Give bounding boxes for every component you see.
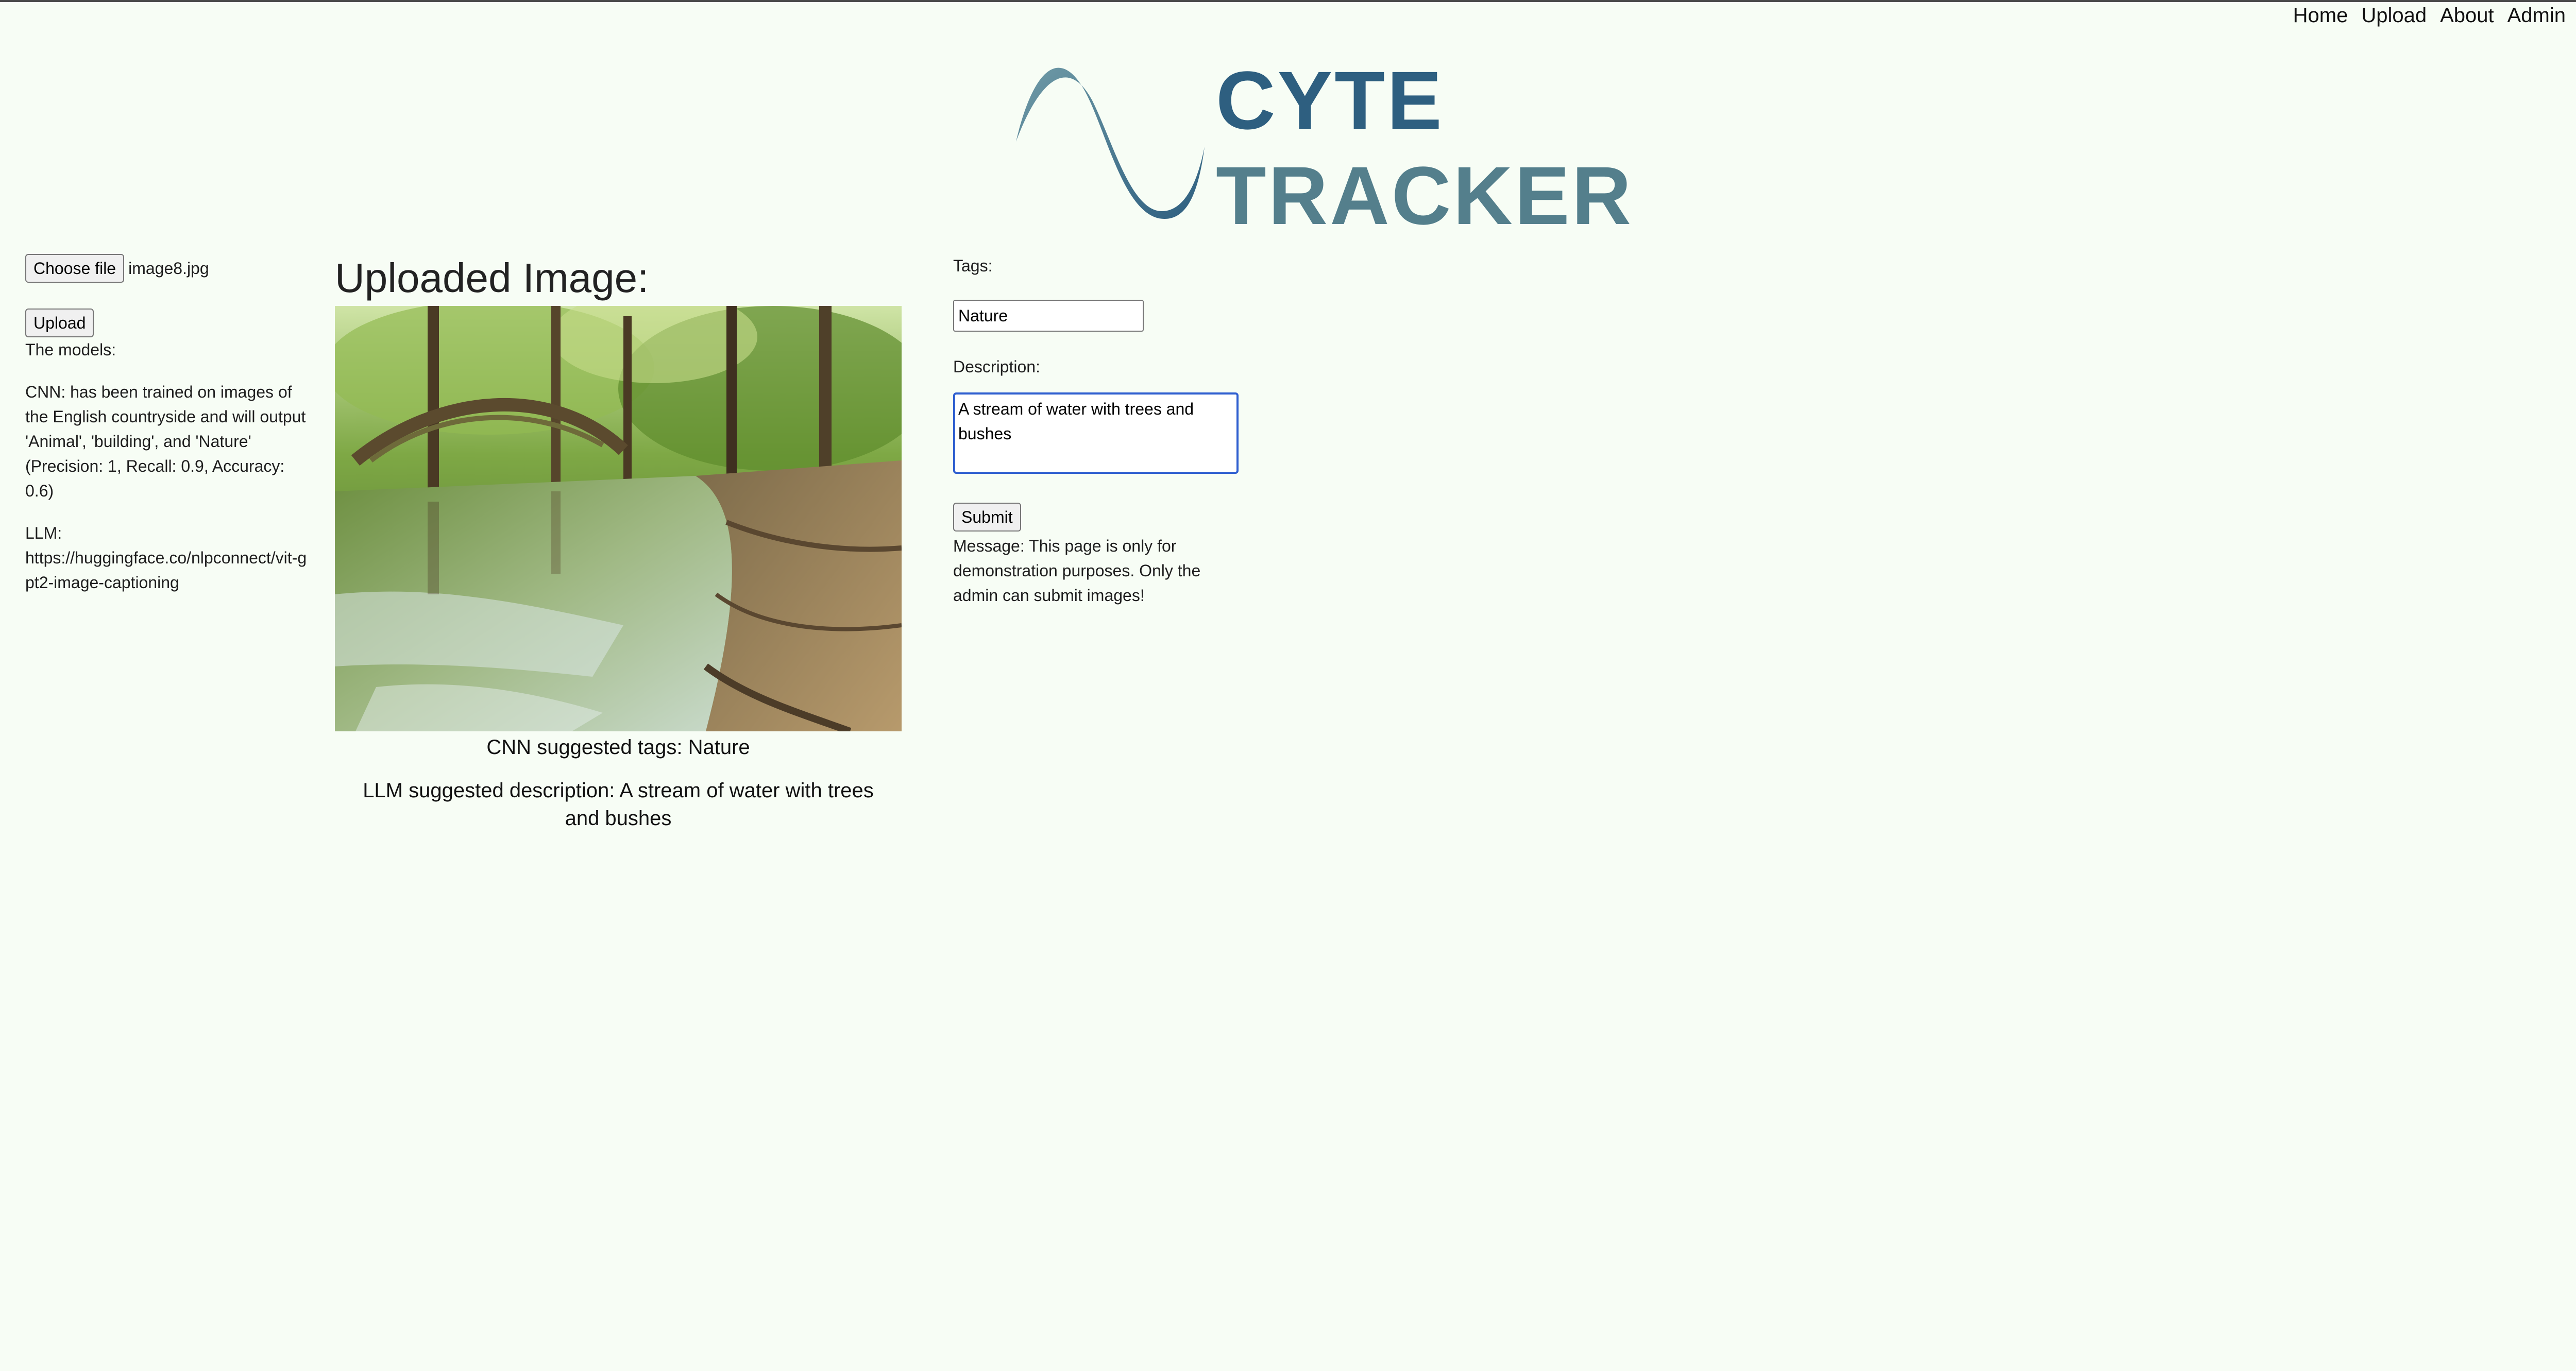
tags-label: Tags: (953, 256, 993, 275)
file-picker: Choose file image8.jpg (25, 254, 314, 283)
tags-input[interactable] (953, 300, 1144, 332)
uploaded-image-heading: Uploaded Image: (335, 255, 649, 301)
llm-suggested-description: LLM suggested description: A stream of w… (363, 779, 874, 830)
cnn-suggested-tags: CNN suggested tags: Nature (486, 736, 750, 759)
nav-home-link[interactable]: Home (2293, 4, 2348, 27)
wave-logo-icon (1016, 67, 1205, 219)
submit-button[interactable]: Submit (953, 503, 1021, 532)
models-title: The models: (25, 340, 116, 359)
nav-admin-link[interactable]: Admin (2507, 4, 2566, 27)
description-label: Description: (953, 357, 1040, 376)
nav-upload-link[interactable]: Upload (2361, 4, 2427, 27)
choose-file-button[interactable]: Choose file (25, 254, 125, 283)
status-message: Message: This page is only for demonstra… (953, 537, 1201, 605)
top-nav: Home Upload About Admin (2293, 4, 2566, 27)
top-divider (0, 0, 2576, 2)
nav-about-link[interactable]: About (2440, 4, 2494, 27)
llm-model-label: LLM: (25, 524, 62, 542)
cnn-model-info: CNN: has been trained on images of the E… (25, 383, 306, 500)
upload-panel: Choose file image8.jpg Upload The models… (25, 254, 314, 595)
upload-button[interactable]: Upload (25, 309, 94, 337)
metadata-form: Tags: Description: A stream of water wit… (953, 253, 1242, 608)
uploaded-image (335, 306, 902, 731)
logo-text-cyte: CYTE (1216, 54, 1444, 146)
selected-file-name: image8.jpg (128, 259, 209, 278)
logo-text-tracker: TRACKER (1216, 149, 1634, 242)
cyte-tracker-logo: CYTE TRACKER (1015, 54, 1633, 237)
preview-panel: Uploaded Image: CNN suggested tags: Natu… (335, 252, 902, 832)
description-textarea[interactable]: A stream of water with trees and bushes (953, 392, 1239, 474)
llm-model-url: https://huggingface.co/nlpconnect/vit-gp… (25, 549, 307, 592)
